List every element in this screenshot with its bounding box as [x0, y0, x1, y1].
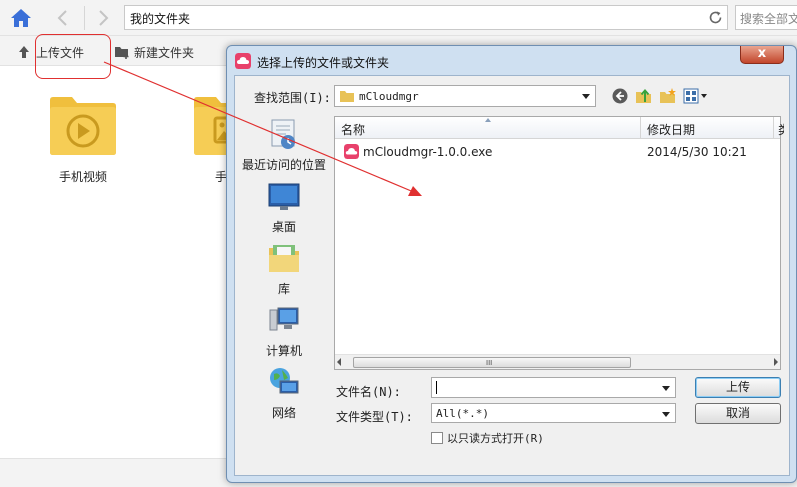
place-network[interactable]: 网络 [235, 366, 333, 422]
place-desktop[interactable]: 桌面 [235, 180, 333, 236]
home-icon [11, 9, 31, 27]
upload-arrow-icon [19, 46, 29, 58]
chevron-left-icon [57, 10, 67, 26]
app-cloud-icon [344, 144, 359, 159]
nav-divider [84, 6, 85, 30]
column-type[interactable]: 类 [778, 121, 784, 138]
top-bar: 我的文件夹 搜索全部文件 [0, 0, 797, 36]
chevron-right-icon [99, 10, 109, 26]
places-bar: 最近访问的位置 桌面 库 计算机 网络 [235, 116, 333, 476]
folder-item[interactable]: 手机视频 [38, 94, 128, 194]
folder-label: 手机视频 [58, 170, 107, 184]
upload-highlight-box [35, 34, 111, 79]
search-input[interactable]: 搜索全部文件 [735, 5, 797, 30]
file-name-input[interactable] [431, 377, 676, 398]
file-name: mCloudmgr-1.0.0.exe [363, 145, 493, 159]
cancel-button[interactable]: 取消 [695, 403, 781, 424]
place-label: 库 [277, 282, 290, 296]
sort-up-icon [485, 118, 491, 122]
up-folder-icon[interactable] [635, 87, 653, 105]
scroll-left-icon[interactable] [337, 358, 341, 366]
look-in-select[interactable]: mCloudmgr [334, 85, 596, 107]
scroll-thumb[interactable]: III [353, 357, 631, 368]
video-folder-icon [50, 97, 116, 155]
new-folder-label: 新建文件夹 [134, 45, 195, 60]
computer-icon [269, 307, 299, 331]
column-date[interactable]: 修改日期 [647, 121, 695, 138]
folder-icon [340, 91, 354, 102]
upload-button[interactable]: 上传 [695, 377, 781, 398]
place-recent[interactable]: 最近访问的位置 [235, 118, 333, 174]
close-button[interactable]: x [740, 46, 784, 64]
back-button[interactable] [52, 8, 74, 28]
place-label: 网络 [271, 406, 296, 420]
column-name[interactable]: 名称 [341, 121, 365, 138]
file-open-dialog: 选择上传的文件或文件夹 x 查找范围(I): mCloudmgr 最近访问的位置… [226, 45, 797, 483]
chevron-down-icon [662, 412, 670, 417]
search-placeholder: 搜索全部文件 [740, 12, 797, 26]
readonly-checkbox-row[interactable]: 以只读方式打开(R) [431, 430, 544, 446]
place-computer[interactable]: 计算机 [235, 304, 333, 360]
forward-button[interactable] [92, 8, 114, 28]
column-divider[interactable] [640, 117, 641, 139]
home-button[interactable] [8, 6, 34, 30]
column-header: 名称 修改日期 类 [335, 117, 784, 139]
new-folder-button[interactable]: 新建文件夹 [114, 42, 194, 62]
app-cloud-icon [235, 53, 251, 69]
address-text: 我的文件夹 [130, 12, 191, 26]
file-list[interactable]: 名称 修改日期 类 mCloudmgr-1.0.0.exe 2014/5/30 … [334, 116, 784, 370]
refresh-icon[interactable] [707, 9, 724, 26]
file-row[interactable]: mCloudmgr-1.0.0.exe 2014/5/30 10:21 [335, 143, 780, 161]
look-in-label: 查找范围(I): [254, 91, 331, 105]
chevron-down-icon [582, 94, 590, 99]
place-label: 计算机 [265, 344, 302, 358]
dialog-nav-icons [611, 86, 709, 106]
new-folder-icon[interactable] [659, 87, 677, 105]
dialog-titlebar[interactable]: 选择上传的文件或文件夹 x [227, 46, 796, 74]
desktop-icon [268, 183, 300, 210]
recent-places-icon [271, 119, 295, 149]
readonly-checkbox[interactable] [431, 432, 443, 444]
text-caret [436, 381, 437, 394]
new-folder-icon [115, 47, 129, 59]
file-date: 2014/5/30 10:21 [647, 145, 747, 159]
address-bar[interactable]: 我的文件夹 [124, 5, 728, 30]
file-type-label: 文件类型(T): [336, 410, 413, 424]
file-name-label: 文件名(N): [336, 385, 401, 399]
view-menu-icon[interactable] [683, 87, 709, 105]
chevron-down-icon[interactable] [662, 386, 670, 391]
place-libraries[interactable]: 库 [235, 242, 333, 298]
libraries-icon [269, 245, 299, 272]
file-type-select[interactable]: All(*.*) [431, 403, 676, 423]
column-divider[interactable] [773, 117, 774, 139]
look-in-value: mCloudmgr [359, 90, 419, 103]
dialog-title: 选择上传的文件或文件夹 [257, 56, 390, 70]
network-icon [270, 368, 299, 394]
dialog-body: 查找范围(I): mCloudmgr 最近访问的位置 桌面 库 计算机 网络 名… [234, 75, 790, 476]
scroll-right-icon[interactable] [774, 358, 778, 366]
file-type-value: All(*.*) [436, 407, 489, 420]
readonly-label: 以只读方式打开(R) [447, 432, 544, 445]
place-label: 桌面 [271, 220, 296, 234]
scroll-grip: III [486, 359, 493, 367]
place-label: 最近访问的位置 [241, 158, 326, 172]
back-icon[interactable] [611, 87, 629, 105]
horizontal-scrollbar[interactable]: III [335, 354, 780, 369]
